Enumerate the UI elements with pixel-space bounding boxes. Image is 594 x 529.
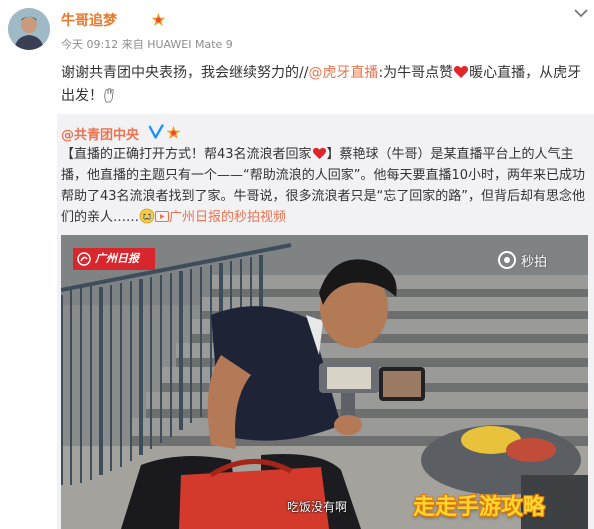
username[interactable]: 牛哥追梦: [61, 10, 117, 30]
video-link-icon: [155, 211, 170, 222]
repost-text: 【直播的正确打开方式！帮43名流浪者回家 】蔡艳球（牛哥）是某直播平台上的人气主播…: [61, 144, 589, 228]
heart-icon: [312, 147, 326, 160]
broadcaster-logo: 广州日报: [73, 248, 155, 270]
video-subtitle: 吃饭没有啊: [287, 500, 348, 514]
platform-label: 秒拍: [521, 255, 548, 270]
post-text: 谢谢共青团中央表扬，我会继续努力的//@虎牙直播:为牛哥点赞 暖心直播，从虎牙出发…: [61, 62, 589, 108]
broadcaster-label: 广州日报: [95, 252, 139, 265]
newspaper-logo-icon: [77, 252, 91, 266]
crying-face-icon: [139, 208, 155, 224]
verified-icon: [148, 124, 164, 139]
miaopai-logo-icon: [498, 251, 516, 269]
watermark: 走走手游攻略: [413, 495, 546, 520]
video-thumbnail[interactable]: 广州日报 秒拍 吃饭没有啊: [61, 235, 588, 529]
avatar[interactable]: [8, 8, 50, 50]
post-meta: 今天 09:12 来自 HUAWEI Mate 9: [61, 38, 233, 51]
video-scene-image: [61, 235, 588, 529]
post-text-b: :为牛哥点赞: [378, 65, 454, 81]
mention-link[interactable]: @虎牙直播: [308, 65, 378, 81]
heart-icon: [454, 66, 469, 78]
repost-text-a: 【直播的正确打开方式！帮43名流浪者回家: [61, 147, 312, 162]
vip-badge-icon: [151, 13, 166, 26]
waving-hand-icon: [104, 88, 114, 103]
repost-username[interactable]: @共青团中央: [61, 124, 139, 143]
video-link[interactable]: 广州日报的秒拍视频: [169, 210, 286, 225]
chevron-down-icon[interactable]: [572, 6, 590, 20]
vip-badge-icon: [166, 126, 181, 139]
post-text-a: 谢谢共青团中央表扬，我会继续努力的//: [61, 65, 309, 81]
